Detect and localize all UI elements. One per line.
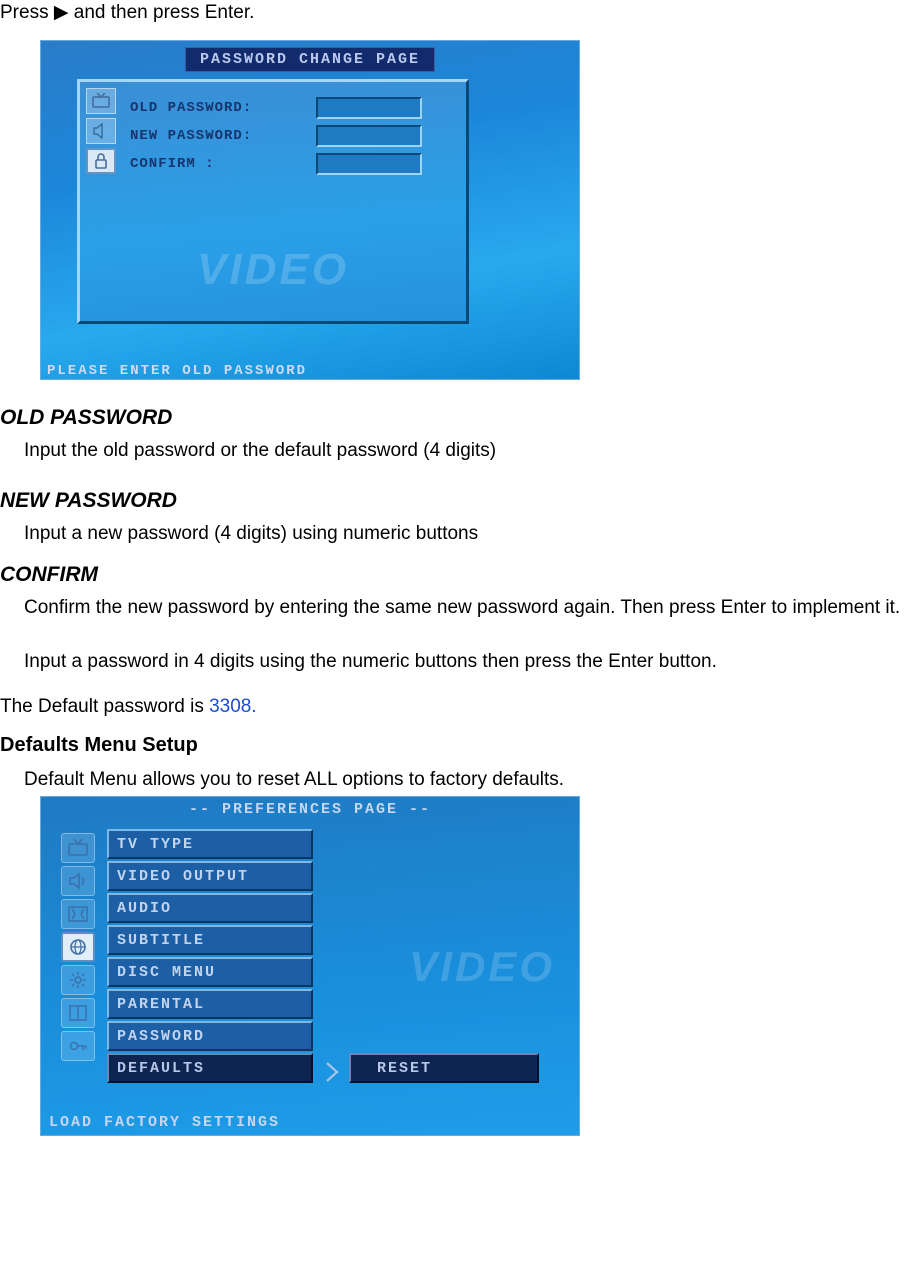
status-text: PLEASE ENTER OLD PASSWORD xyxy=(47,363,307,379)
confirm-body: Confirm the new password by entering the… xyxy=(0,595,917,621)
dolby-icon[interactable] xyxy=(61,899,95,929)
menu-audio[interactable]: AUDIO xyxy=(107,893,313,923)
pref-left-icon-column xyxy=(61,833,99,1064)
speaker-icon[interactable] xyxy=(86,118,116,144)
menu-subtitle[interactable]: SUBTITLE xyxy=(107,925,313,955)
defaults-menu-body: Default Menu allows you to reset ALL opt… xyxy=(0,767,917,793)
arrow-right-icon: ▶ xyxy=(54,2,69,23)
new-password-label: NEW PASSWORD: xyxy=(130,128,316,144)
menu-parental[interactable]: PARENTAL xyxy=(107,989,313,1019)
default-password-line: The Default password is 3308. xyxy=(0,694,917,720)
defaults-menu-heading: Defaults Menu Setup xyxy=(0,734,917,757)
intro-post: and then press Enter. xyxy=(68,2,254,23)
old-password-heading: OLD PASSWORD xyxy=(0,406,917,430)
new-password-heading: NEW PASSWORD xyxy=(0,489,917,513)
new-password-body: Input a new password (4 digits) using nu… xyxy=(0,521,917,547)
tv-icon[interactable] xyxy=(61,833,95,863)
pref-menu-list: TV TYPE VIDEO OUTPUT AUDIO SUBTITLE DISC… xyxy=(107,829,313,1085)
gear-icon[interactable] xyxy=(61,965,95,995)
watermark-text: VIDEO xyxy=(197,245,349,295)
globe-icon[interactable] xyxy=(61,932,95,962)
chevron-right-icon xyxy=(323,1061,341,1089)
intro-line: Press ▶ and then press Enter. xyxy=(0,0,917,26)
key-icon[interactable] xyxy=(61,1031,95,1061)
menu-tv-type[interactable]: TV TYPE xyxy=(107,829,313,859)
pref-watermark: VIDEO xyxy=(409,943,555,991)
intro-pre: Press xyxy=(0,2,54,23)
new-password-row: NEW PASSWORD: xyxy=(130,124,456,148)
columns-icon[interactable] xyxy=(61,998,95,1028)
speaker-icon[interactable] xyxy=(61,866,95,896)
confirm-password-row: CONFIRM : xyxy=(130,152,456,176)
old-password-input[interactable] xyxy=(316,97,422,119)
menu-password[interactable]: PASSWORD xyxy=(107,1021,313,1051)
old-password-body: Input the old password or the default pa… xyxy=(0,438,917,464)
pref-screen-title: -- PREFERENCES PAGE -- xyxy=(189,801,431,818)
old-password-label: OLD PASSWORD: xyxy=(130,100,316,116)
confirm-heading: CONFIRM xyxy=(0,563,917,587)
note-input-4-digits: Input a password in 4 digits using the n… xyxy=(0,649,917,675)
default-password-label: The Default password is xyxy=(0,696,209,717)
password-change-screenshot: PASSWORD CHANGE PAGE OLD PASSWORD: xyxy=(40,40,580,380)
preferences-screenshot: -- PREFERENCES PAGE -- xyxy=(40,796,580,1136)
old-password-row: OLD PASSWORD: xyxy=(130,96,456,120)
left-icon-column xyxy=(86,88,120,178)
submenu-reset[interactable]: RESET xyxy=(349,1053,539,1083)
new-password-input[interactable] xyxy=(316,125,422,147)
screen-title: PASSWORD CHANGE PAGE xyxy=(185,47,435,72)
confirm-password-label: CONFIRM : xyxy=(130,156,316,172)
menu-defaults[interactable]: DEFAULTS xyxy=(107,1053,313,1083)
confirm-password-input[interactable] xyxy=(316,153,422,175)
default-password-value: 3308. xyxy=(209,696,257,717)
pref-status-text: LOAD FACTORY SETTINGS xyxy=(49,1114,280,1131)
tv-icon[interactable] xyxy=(86,88,116,114)
lock-icon[interactable] xyxy=(86,148,116,174)
menu-video-output[interactable]: VIDEO OUTPUT xyxy=(107,861,313,891)
menu-disc-menu[interactable]: DISC MENU xyxy=(107,957,313,987)
